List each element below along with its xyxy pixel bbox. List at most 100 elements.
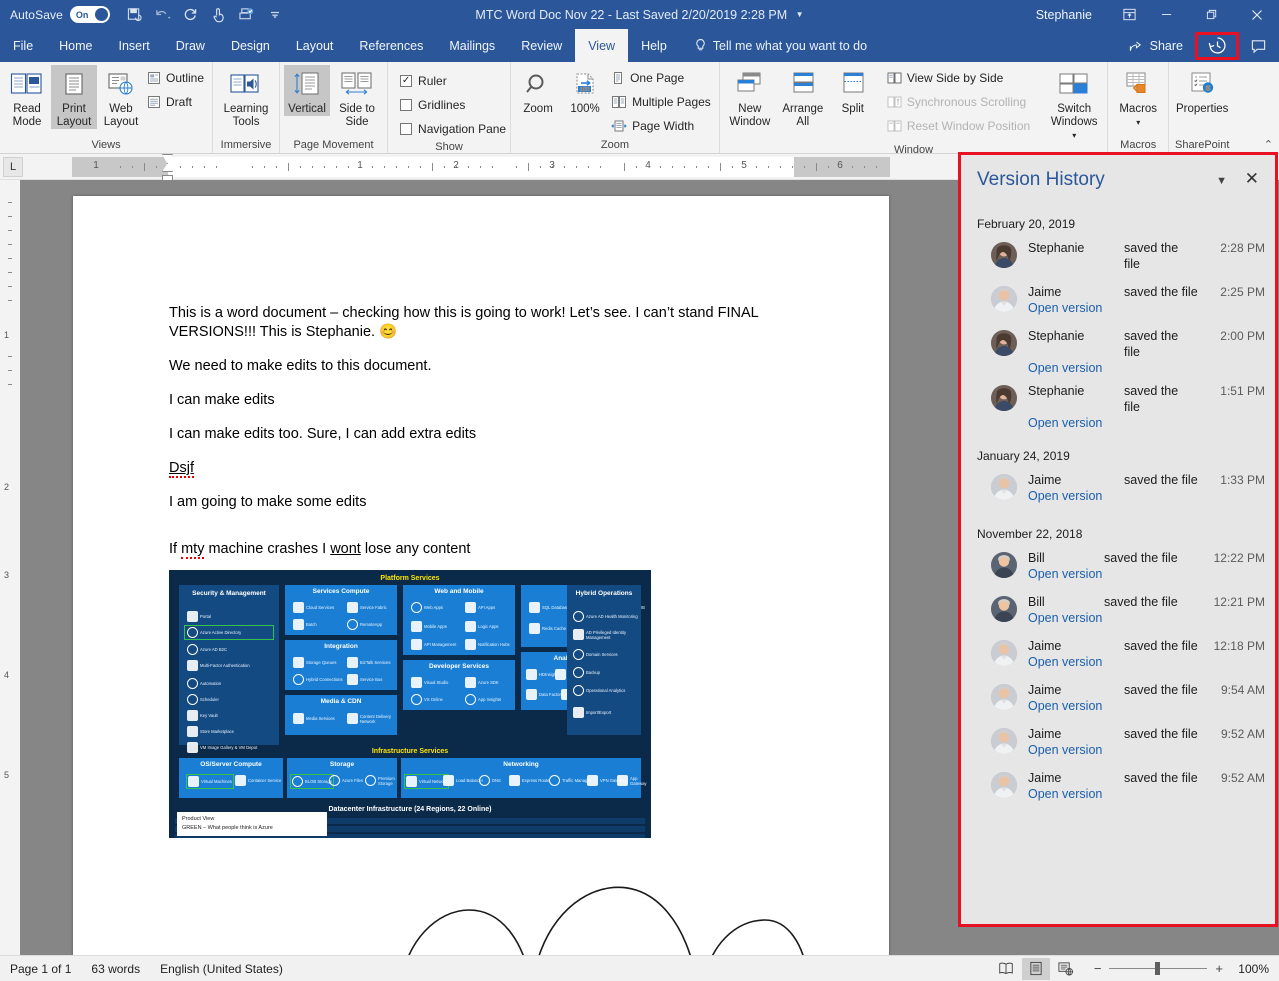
ruler-checkbox[interactable]: ✓ Ruler [400, 70, 506, 91]
zoom-in-button[interactable]: + [1215, 961, 1223, 976]
zoom-100-button[interactable]: 100 100% [562, 65, 608, 116]
navigation-pane-checkbox[interactable]: Navigation Pane [400, 118, 506, 139]
close-icon[interactable]: ✕ [1245, 169, 1259, 189]
macros-caret[interactable]: ▾ [1136, 116, 1140, 129]
learning-tools-button[interactable]: Learning Tools [217, 65, 275, 129]
print-layout-button[interactable]: Print Layout [51, 65, 97, 129]
page-width-button[interactable]: Page Width [609, 115, 715, 136]
split-button[interactable]: Split [830, 65, 876, 116]
switch-windows-button[interactable]: Switch Windows ▾ [1045, 65, 1103, 142]
undo-icon[interactable] [150, 3, 176, 27]
open-version-link[interactable]: Open version [1028, 488, 1207, 505]
redo-icon[interactable] [178, 3, 204, 27]
zoom-slider-track[interactable] [1109, 968, 1207, 969]
version-entry[interactable]: Bill saved the file Open version 12:21 P… [961, 591, 1275, 635]
language-indicator[interactable]: English (United States) [150, 962, 293, 976]
document-body[interactable]: This is a word document – checking how t… [169, 304, 809, 574]
version-entry[interactable]: Jaime saved the file Open version 12:18 … [961, 635, 1275, 679]
ribbon-display-options-icon[interactable] [1114, 0, 1144, 29]
zoom-button[interactable]: Zoom [515, 65, 561, 116]
title-dropdown-icon[interactable]: ▼ [796, 10, 804, 19]
touch-mode-icon[interactable] [206, 3, 232, 27]
properties-button[interactable]: S Properties [1173, 65, 1231, 116]
version-entry[interactable]: Stephanie saved the file Open version 2:… [961, 325, 1275, 380]
tab-view[interactable]: View [575, 29, 628, 62]
open-version-link[interactable]: Open version [1028, 300, 1207, 317]
tab-references[interactable]: References [346, 29, 436, 62]
open-version-link[interactable]: Open version [1028, 786, 1207, 803]
version-entry[interactable]: Jaime saved the file Open version 9:52 A… [961, 723, 1275, 767]
autosave-toggle[interactable]: On [70, 6, 110, 23]
tab-design[interactable]: Design [218, 29, 283, 62]
new-window-button[interactable]: New Window [724, 65, 776, 129]
reset-window-position-button: Reset Window Position [885, 115, 1034, 136]
close-button[interactable] [1234, 0, 1279, 29]
azure-platform-services-diagram[interactable]: Platform Services Security & Management … [169, 570, 651, 838]
read-mode-button[interactable]: Read Mode [4, 65, 50, 129]
vertical-button[interactable]: Vertical [284, 65, 330, 116]
zoom-out-button[interactable]: − [1094, 961, 1102, 976]
print-preview-icon[interactable] [234, 3, 260, 27]
share-button[interactable]: Share [1120, 29, 1191, 62]
restore-button[interactable] [1189, 0, 1234, 29]
macros-button[interactable]: Macros ▾ [1112, 65, 1164, 129]
diagram-col-title-developer-services: Developer Services [403, 660, 515, 670]
one-page-button[interactable]: One Page [609, 67, 715, 88]
arrange-all-button[interactable]: Arrange All [777, 65, 829, 129]
open-version-link[interactable]: Open version [1028, 360, 1207, 377]
read-mode-view-button[interactable] [992, 958, 1020, 980]
view-side-by-side-button[interactable]: View Side by Side [885, 67, 1034, 88]
tab-file[interactable]: File [0, 29, 46, 62]
views-small-buttons: Outline Draft [145, 65, 208, 112]
tab-draw[interactable]: Draw [163, 29, 218, 62]
account-name[interactable]: Stephanie [1036, 8, 1092, 22]
version-entry[interactable]: Jaime saved the file Open version 2:25 P… [961, 281, 1275, 325]
open-version-link[interactable]: Open version [1028, 742, 1207, 759]
customize-qat-icon[interactable] [262, 3, 288, 27]
print-layout-view-button[interactable] [1022, 958, 1050, 980]
open-version-link[interactable]: Open version [1028, 654, 1207, 671]
tab-insert[interactable]: Insert [106, 29, 163, 62]
open-version-link[interactable]: Open version [1028, 566, 1207, 583]
minimize-button[interactable] [1144, 0, 1189, 29]
version-entry[interactable]: Jaime saved the file Open version 9:54 A… [961, 679, 1275, 723]
tab-review[interactable]: Review [508, 29, 575, 62]
version-entry[interactable]: Bill saved the file Open version 12:22 P… [961, 547, 1275, 591]
version-entry[interactable]: Jaime saved the file Open version 1:33 P… [961, 469, 1275, 513]
tab-home[interactable]: Home [46, 29, 105, 62]
gridlines-checkbox[interactable]: Gridlines [400, 94, 506, 115]
tab-layout[interactable]: Layout [283, 29, 347, 62]
open-version-link[interactable]: Open version [1028, 698, 1207, 715]
open-version-link[interactable]: Open version [1028, 610, 1207, 627]
tab-help[interactable]: Help [628, 29, 680, 62]
tab-stop-selector[interactable]: L [3, 157, 23, 177]
outline-button[interactable]: Outline [145, 67, 208, 88]
tab-mailings[interactable]: Mailings [436, 29, 508, 62]
zoom-slider-handle[interactable] [1155, 962, 1160, 975]
web-layout-view-button[interactable] [1052, 958, 1080, 980]
version-entry[interactable]: Jaime saved the file Open version 9:52 A… [961, 767, 1275, 811]
collapse-ribbon-button[interactable]: ⌃ [1264, 138, 1273, 151]
version-entry[interactable]: Stephanie saved the file 2:28 PM [961, 237, 1275, 281]
side-to-side-button[interactable]: Side to Side [331, 65, 383, 129]
comments-button[interactable] [1243, 29, 1273, 62]
version-history-button[interactable] [1195, 32, 1239, 60]
word-count[interactable]: 63 words [81, 962, 150, 976]
chevron-down-icon[interactable]: ▼ [1216, 175, 1227, 187]
zoom-slider[interactable]: − + 100% [1094, 961, 1269, 976]
tell-me-search[interactable]: Tell me what you want to do [694, 29, 867, 62]
zoom-level[interactable]: 100% [1231, 962, 1269, 976]
ink-drawing[interactable] [169, 876, 809, 955]
version-entry[interactable]: Stephanie saved the file Open version 1:… [961, 380, 1275, 435]
draft-button[interactable]: Draft [145, 91, 208, 112]
switch-windows-caret[interactable]: ▾ [1072, 129, 1076, 142]
multiple-pages-button[interactable]: Multiple Pages [609, 91, 715, 112]
document-page[interactable]: This is a word document – checking how t… [73, 196, 889, 955]
document-title-text: MTC Word Doc Nov 22 - Last Saved 2/20/20… [475, 8, 787, 22]
web-layout-button[interactable]: Web Layout [98, 65, 144, 129]
save-icon[interactable] [122, 3, 148, 27]
page-count[interactable]: Page 1 of 1 [0, 962, 81, 976]
open-version-link[interactable]: Open version [1028, 415, 1207, 432]
horizontal-ruler[interactable]: 1 1 2 3 4 [72, 157, 890, 177]
version-history-list[interactable]: February 20, 2019 Stephanie saved the fi… [961, 211, 1275, 924]
